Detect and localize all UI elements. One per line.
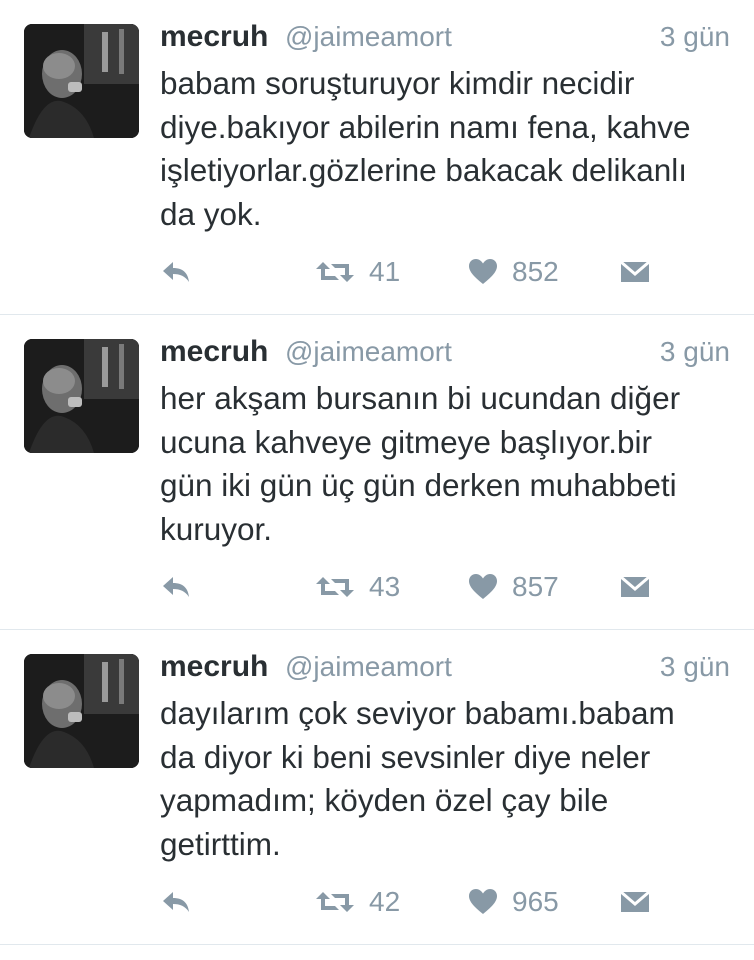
avatar[interactable] <box>24 654 139 768</box>
reply-icon <box>163 577 189 597</box>
like-count: 965 <box>512 886 559 917</box>
retweet-button[interactable]: 41 <box>315 250 400 294</box>
display-name[interactable]: mecruh <box>160 650 268 684</box>
username[interactable]: @jaimeamort <box>285 21 452 53</box>
reply-button[interactable] <box>160 880 192 924</box>
reply-icon <box>163 262 189 282</box>
reply-icon <box>163 892 189 912</box>
tweet-actions: 41 852 <box>160 250 730 294</box>
tweet-header: mecruh @jaimeamort 3 gün <box>160 648 730 690</box>
username[interactable]: @jaimeamort <box>285 651 452 683</box>
tweet-header: mecruh @jaimeamort 3 gün <box>160 18 730 60</box>
tweet[interactable]: mecruh @jaimeamort 3 gün dayılarım çok s… <box>0 630 754 945</box>
heart-icon <box>469 889 497 914</box>
like-count: 852 <box>512 256 559 287</box>
retweet-button[interactable]: 43 <box>315 565 400 609</box>
tweet[interactable]: mecruh @jaimeamort 3 gün babam soruşturu… <box>0 0 754 315</box>
avatar[interactable] <box>24 24 139 138</box>
timeline: mecruh @jaimeamort 3 gün babam soruşturu… <box>0 0 754 945</box>
heart-icon <box>469 574 497 599</box>
envelope-icon <box>620 890 650 912</box>
tweet-actions: 42 965 <box>160 880 730 924</box>
reply-button[interactable] <box>160 565 192 609</box>
like-button[interactable]: 965 <box>468 880 559 924</box>
reply-button[interactable] <box>160 250 192 294</box>
tweet-text: dayılarım çok seviyor babamı.babam da di… <box>160 695 675 862</box>
timestamp[interactable]: 3 gün <box>660 336 730 368</box>
tweet-text: babam soruşturuyor kimdir necidir diye.b… <box>160 65 691 232</box>
retweet-count: 41 <box>369 256 401 287</box>
retweet-icon <box>316 577 354 597</box>
display-name[interactable]: mecruh <box>160 335 268 369</box>
retweet-icon <box>316 262 354 282</box>
display-name[interactable]: mecruh <box>160 20 268 54</box>
heart-icon <box>469 259 497 284</box>
like-button[interactable]: 857 <box>468 565 559 609</box>
timestamp[interactable]: 3 gün <box>660 21 730 53</box>
retweet-count: 42 <box>369 886 401 917</box>
avatar[interactable] <box>24 339 139 453</box>
retweet-icon <box>316 892 354 912</box>
timestamp[interactable]: 3 gün <box>660 651 730 683</box>
retweet-button[interactable]: 42 <box>315 880 400 924</box>
tweet-actions: 43 857 <box>160 565 730 609</box>
tweet-text: her akşam bursanın bi ucundan diğer ucun… <box>160 380 681 547</box>
envelope-icon <box>620 575 650 597</box>
tweet[interactable]: mecruh @jaimeamort 3 gün her akşam bursa… <box>0 315 754 630</box>
retweet-count: 43 <box>369 571 401 602</box>
direct-message-button[interactable] <box>620 565 650 609</box>
username[interactable]: @jaimeamort <box>285 336 452 368</box>
like-count: 857 <box>512 571 559 602</box>
direct-message-button[interactable] <box>620 880 650 924</box>
direct-message-button[interactable] <box>620 250 650 294</box>
like-button[interactable]: 852 <box>468 250 559 294</box>
envelope-icon <box>620 260 650 282</box>
tweet-header: mecruh @jaimeamort 3 gün <box>160 333 730 375</box>
